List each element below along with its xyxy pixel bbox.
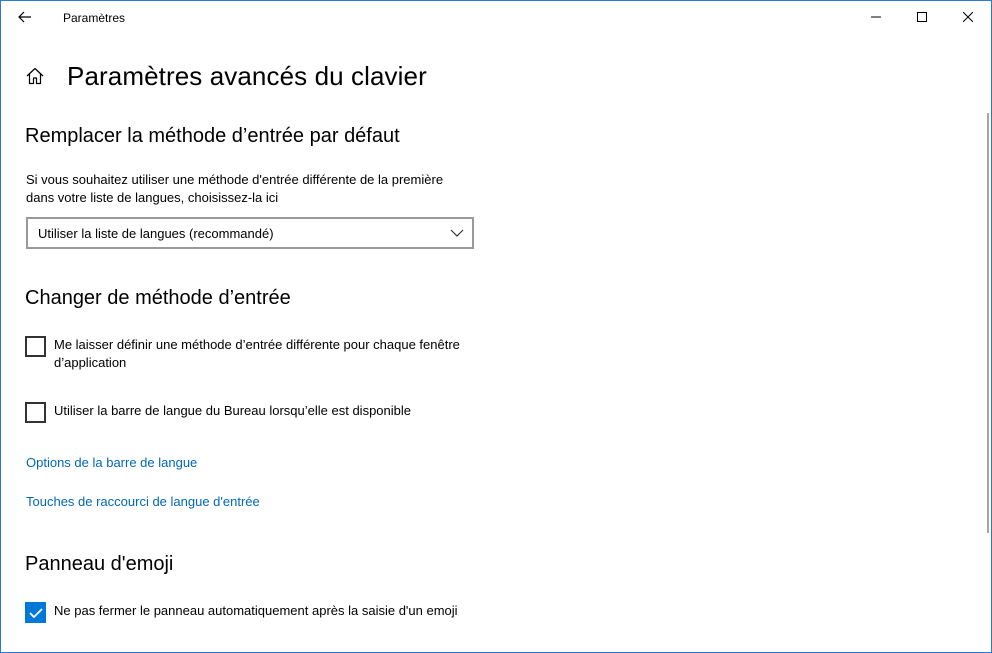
maximize-button[interactable] xyxy=(899,1,945,33)
dropdown-selected-value: Utiliser la liste de langues (recommandé… xyxy=(38,225,274,241)
back-button[interactable] xyxy=(7,1,43,33)
language-bar-options-link[interactable]: Options de la barre de langue xyxy=(26,455,197,470)
page-header: Paramètres avancés du clavier xyxy=(25,59,427,93)
close-button[interactable] xyxy=(945,1,991,33)
emoji-keep-open-label: Ne pas fermer le panneau automatiquement… xyxy=(54,603,458,618)
maximize-icon xyxy=(917,12,927,22)
app-title: Paramètres xyxy=(63,11,126,25)
override-description: Si vous souhaitez utiliser une méthode d… xyxy=(26,172,444,205)
override-section-title: Remplacer la méthode d’entrée par défaut xyxy=(25,125,400,147)
settings-window: Paramètres Paramètres avancés du clavier… xyxy=(0,0,992,653)
language-bar-checkbox[interactable] xyxy=(25,402,46,423)
page-title: Paramètres avancés du clavier xyxy=(67,60,427,91)
per-app-input-label: Me laisser définir une méthode d’entrée … xyxy=(54,337,460,370)
title-bar: Paramètres xyxy=(1,1,991,33)
language-bar-label: Utiliser la barre de langue du Bureau lo… xyxy=(54,403,411,418)
per-app-input-checkbox[interactable] xyxy=(25,336,46,357)
minimize-button[interactable] xyxy=(853,1,899,33)
emoji-section-title: Panneau d'emoji xyxy=(25,553,174,575)
checkbox-row-emoji[interactable]: Ne pas fermer le panneau automatiquement… xyxy=(25,602,474,623)
minimize-icon xyxy=(871,16,881,18)
back-arrow-icon xyxy=(18,11,31,23)
chevron-down-icon xyxy=(450,229,464,237)
checkbox-row-language-bar[interactable]: Utiliser la barre de langue du Bureau lo… xyxy=(25,402,474,423)
close-icon xyxy=(963,12,973,22)
vertical-scrollbar[interactable] xyxy=(987,113,989,533)
switch-section-title: Changer de méthode d’entrée xyxy=(25,287,291,309)
checkmark-icon xyxy=(28,607,43,618)
input-hotkeys-link[interactable]: Touches de raccourci de langue d'entrée xyxy=(26,494,260,509)
home-icon[interactable] xyxy=(25,66,45,86)
input-method-dropdown[interactable]: Utiliser la liste de langues (recommandé… xyxy=(26,217,474,249)
checkbox-row-per-app[interactable]: Me laisser définir une méthode d’entrée … xyxy=(25,336,474,372)
emoji-keep-open-checkbox[interactable] xyxy=(25,602,46,623)
